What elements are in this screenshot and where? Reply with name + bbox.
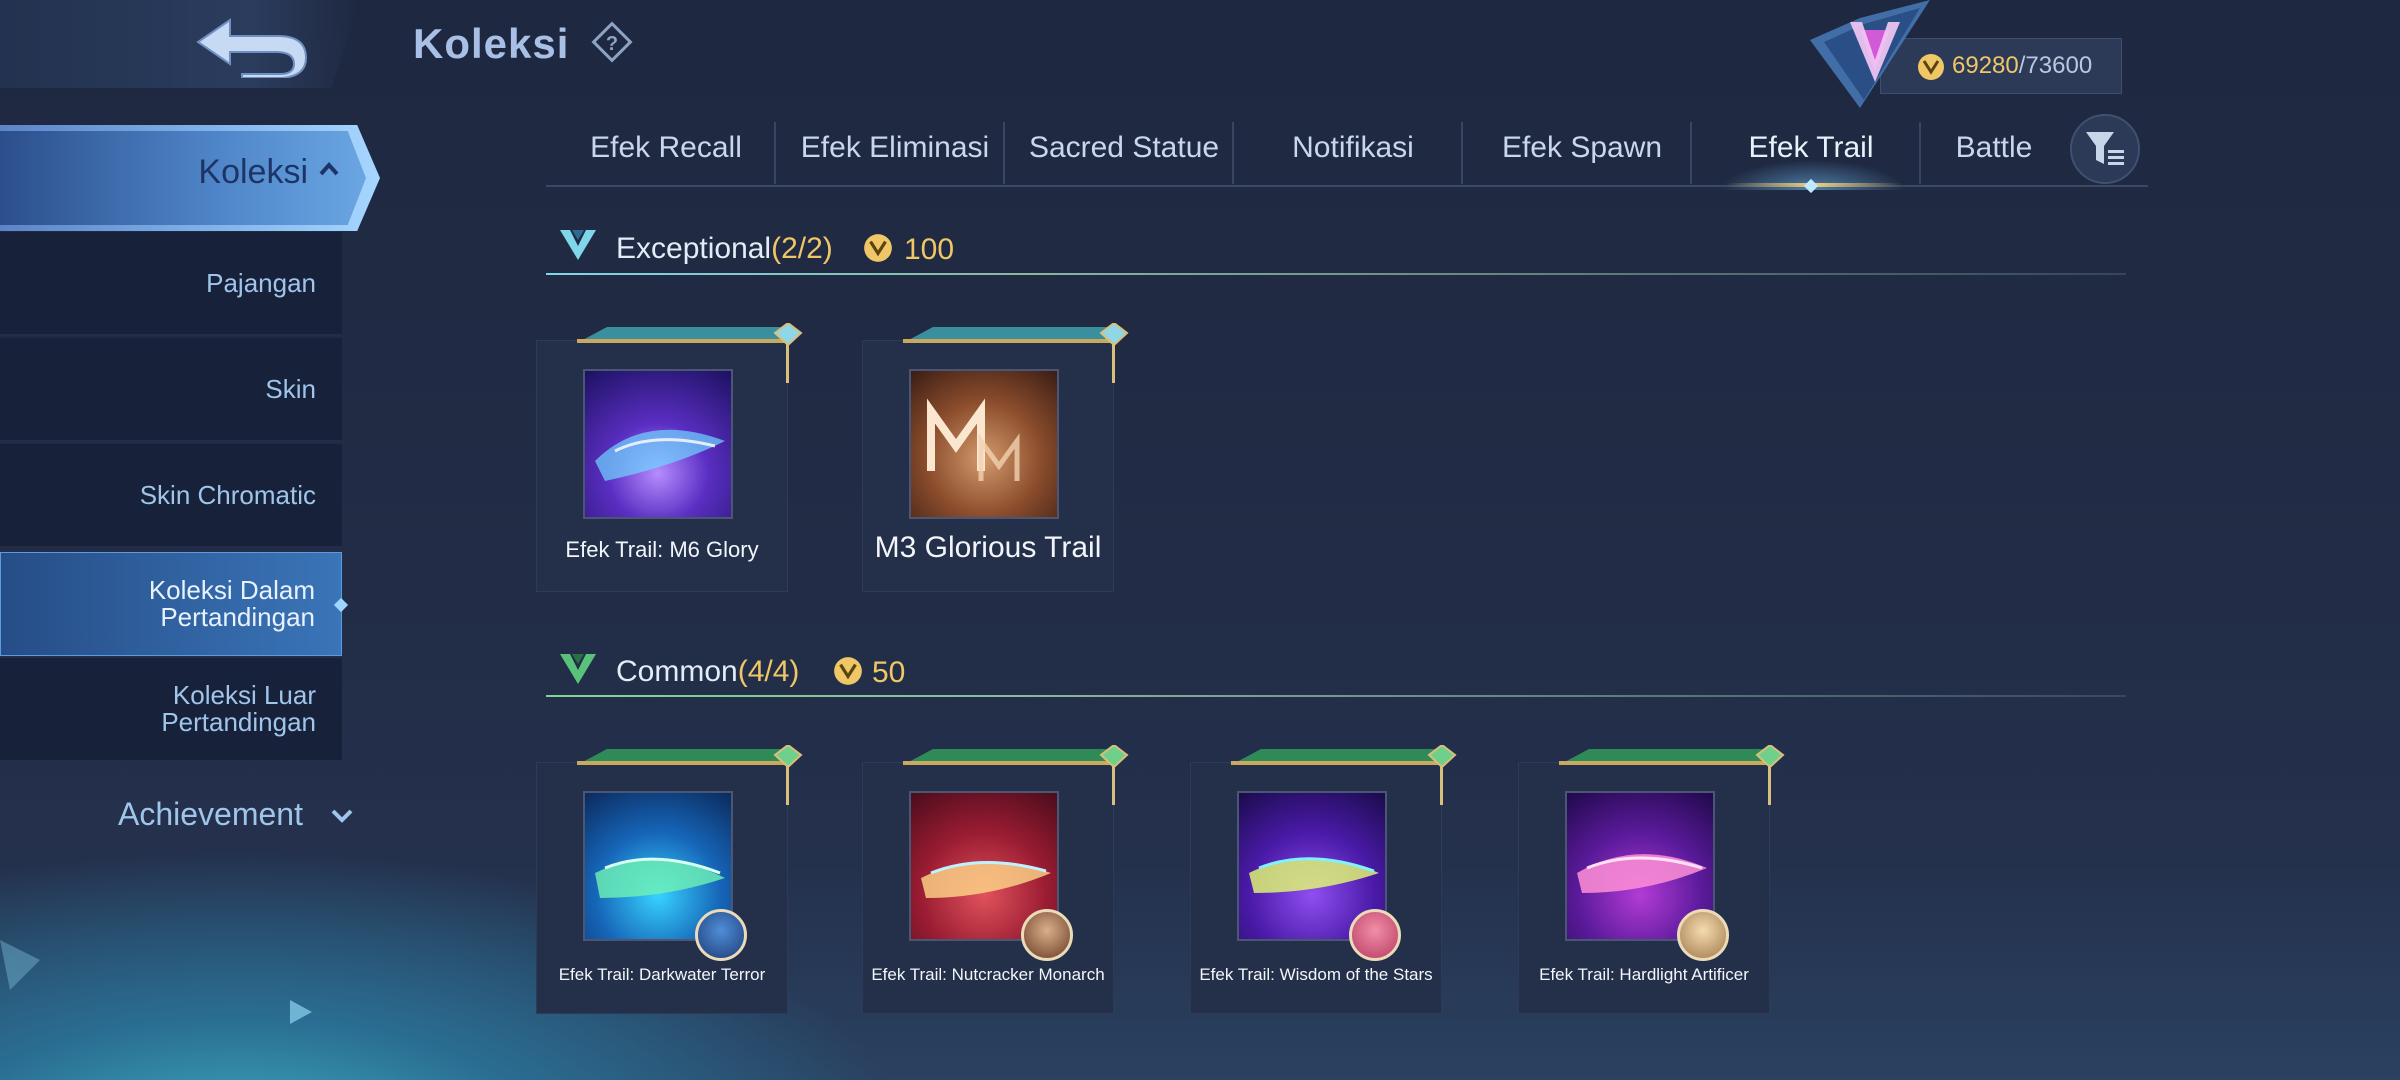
tab-separator: [1003, 122, 1005, 184]
exceptional-section-title: Exceptional(2/2): [616, 232, 833, 265]
sidebar-item-label: Skin: [265, 373, 316, 404]
tabs-divider: [546, 185, 2148, 187]
collection-card[interactable]: Efek Trail: Hardlight Artificer: [1518, 745, 1785, 1014]
sidebar-item-label: Pajangan: [206, 267, 316, 298]
tab-efek-eliminasi[interactable]: Efek Eliminasi: [781, 120, 1009, 186]
hero-avatar: [1349, 909, 1401, 961]
common-rank-icon: [560, 654, 596, 684]
page-title: Koleksi: [413, 20, 570, 67]
card-label: Efek Trail: Hardlight Artificer: [1539, 965, 1749, 984]
sidebar-main-label: Koleksi: [198, 153, 308, 191]
tab-sacred-statue[interactable]: Sacred Statue: [1010, 120, 1238, 186]
collection-card[interactable]: Efek Trail: Darkwater Terror: [536, 745, 803, 1014]
sidebar-item-label: Koleksi Luar Pertandingan: [161, 680, 316, 737]
coin-icon: [834, 657, 862, 685]
coin-icon: [1918, 54, 1944, 80]
back-arrow-icon: [196, 18, 308, 78]
tab-separator: [1461, 122, 1463, 184]
sidebar-item-label: Koleksi Dalam Pertandingan: [148, 575, 315, 632]
sidebar-item-achievement[interactable]: Achievement: [118, 796, 303, 833]
gem-icon: [773, 745, 803, 805]
collection-card[interactable]: Efek Trail: Nutcracker Monarch: [862, 745, 1129, 1014]
tab-separator: [774, 122, 776, 184]
svg-text:?: ?: [606, 33, 618, 55]
tab-efek-spawn[interactable]: Efek Spawn: [1468, 120, 1696, 186]
back-button[interactable]: [0, 0, 360, 88]
help-icon[interactable]: ?: [590, 20, 634, 64]
tab-separator: [1690, 122, 1692, 184]
collection-card[interactable]: M3 Glorious Trail: [862, 323, 1129, 592]
exceptional-points: 100: [904, 233, 955, 266]
sidebar-item-koleksi-dalam[interactable]: Koleksi Dalam Pertandingan: [0, 552, 342, 656]
collection-card[interactable]: Efek Trail: Wisdom of the Stars: [1190, 745, 1457, 1014]
card-label: Efek Trail: M6 Glory: [565, 537, 759, 562]
common-points: 50: [872, 656, 906, 689]
hero-avatar: [1677, 909, 1729, 961]
gem-icon: [1755, 745, 1785, 805]
sidebar-item-skin[interactable]: Skin: [0, 338, 342, 442]
card-label: Efek Trail: Wisdom of the Stars: [1199, 965, 1433, 984]
chevron-down-icon: [331, 809, 353, 823]
tab-efek-recall[interactable]: Efek Recall: [552, 120, 780, 186]
hero-avatar: [1021, 909, 1073, 961]
tab-separator: [1232, 122, 1234, 184]
trail-preview-image: [909, 369, 1059, 519]
gem-icon: [1099, 323, 1129, 383]
coin-icon: [864, 234, 892, 262]
filter-icon: [2086, 132, 2124, 165]
sidebar-item-pajangan[interactable]: Pajangan: [0, 232, 342, 336]
gem-icon: [1099, 745, 1129, 805]
section-divider: [546, 695, 2126, 697]
sidebar-item-label: Skin Chromatic: [139, 479, 316, 510]
sidebar-item-skin-chromatic[interactable]: Skin Chromatic: [0, 444, 342, 548]
tab-notifikasi[interactable]: Notifikasi: [1239, 120, 1467, 186]
trail-preview-image: [583, 369, 733, 519]
sidebar-item-koleksi[interactable]: Koleksi: [0, 125, 380, 231]
filter-button[interactable]: [2070, 114, 2140, 184]
card-label: Efek Trail: Nutcracker Monarch: [871, 965, 1105, 984]
section-divider: [546, 273, 2126, 275]
chevron-up-icon: [319, 161, 339, 176]
collection-card[interactable]: Efek Trail: M6 Glory: [536, 323, 803, 592]
card-label: Efek Trail: Darkwater Terror: [558, 965, 766, 984]
background-decoration: [0, 940, 312, 1024]
exceptional-rank-icon: [560, 230, 596, 260]
currency-text: 69280/73600: [1952, 52, 2093, 79]
common-section-title: Common(4/4): [616, 655, 800, 688]
gem-icon: [1427, 745, 1457, 805]
gem-icon: [773, 323, 803, 383]
sidebar-item-koleksi-luar[interactable]: Koleksi Luar Pertandingan: [0, 658, 342, 762]
card-label: M3 Glorious Trail: [874, 531, 1102, 564]
hero-avatar: [695, 909, 747, 961]
